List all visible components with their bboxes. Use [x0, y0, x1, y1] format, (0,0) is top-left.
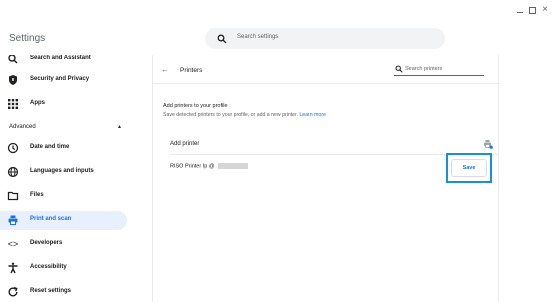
- accessibility-icon: [8, 262, 18, 274]
- sidebar-item-search-and-assistant[interactable]: Search and Assistant: [0, 55, 127, 69]
- maximize-button[interactable]: [527, 5, 537, 15]
- add-printer-label: Add printer: [170, 141, 200, 147]
- printers-title: Printers: [180, 67, 203, 74]
- sidebar: Search and Assistant Security and Privac…: [0, 55, 152, 302]
- apps-grid-icon: [8, 99, 18, 109]
- learn-more-link[interactable]: Learn more: [299, 112, 326, 118]
- sidebar-item-security-and-privacy[interactable]: Security and Privacy: [0, 71, 127, 90]
- add-printer-icon[interactable]: [483, 139, 493, 149]
- chevron-up-icon[interactable]: ▲: [117, 124, 122, 130]
- advanced-section-toggle[interactable]: Advanced: [9, 124, 36, 130]
- sidebar-item-label: Reset settings: [30, 288, 72, 294]
- shield-icon: [9, 75, 17, 85]
- page-title: Settings: [9, 33, 46, 44]
- sidebar-item-label: Developers: [30, 240, 63, 246]
- search-icon: [8, 55, 18, 64]
- close-button[interactable]: ×: [540, 5, 550, 15]
- header-divider: [153, 83, 498, 84]
- search-placeholder: Search settings: [237, 34, 279, 40]
- settings-window: × Settings Search settings Search and As…: [0, 0, 552, 302]
- settings-header: Settings Search settings: [0, 22, 552, 55]
- sidebar-item-files[interactable]: Files: [0, 187, 127, 206]
- reset-icon: [8, 286, 18, 297]
- sidebar-item-reset-settings[interactable]: Reset settings: [0, 283, 127, 302]
- sidebar-item-label: Accessibility: [30, 264, 67, 270]
- content-right-border: [498, 55, 499, 302]
- detected-printer-row: RISO Printer Ip @: [170, 163, 248, 169]
- globe-icon: [7, 166, 19, 178]
- search-icon: [217, 34, 227, 44]
- sidebar-item-developers[interactable]: <> Developers: [0, 235, 127, 254]
- sidebar-item-date-and-time[interactable]: Date and time: [0, 139, 127, 158]
- sidebar-item-label: Languages and inputs: [30, 168, 94, 174]
- sidebar-item-label: Date and time: [30, 144, 70, 150]
- sidebar-item-label: Files: [30, 192, 44, 198]
- printer-icon: [8, 215, 18, 225]
- sidebar-item-label: Print and scan: [30, 216, 72, 222]
- printers-page: ← Printers Search printers Add printers …: [153, 55, 498, 302]
- save-button[interactable]: Save: [451, 159, 487, 177]
- sidebar-item-label: Apps: [30, 100, 45, 106]
- clock-icon: [7, 142, 19, 154]
- sidebar-item-apps[interactable]: Apps: [0, 95, 127, 114]
- search-icon: [395, 65, 403, 73]
- search-input[interactable]: Search settings: [205, 28, 445, 49]
- sidebar-item-label: Search and Assistant: [30, 55, 91, 61]
- sidebar-item-languages-and-inputs[interactable]: Languages and inputs: [0, 163, 127, 182]
- title-bar: ×: [0, 0, 552, 22]
- folder-icon: [7, 191, 19, 201]
- add-printers-heading: Add printers to your profile: [163, 103, 228, 109]
- sidebar-item-accessibility[interactable]: Accessibility: [0, 259, 127, 278]
- redacted-address: [217, 163, 248, 169]
- sidebar-item-label: Security and Privacy: [30, 76, 90, 82]
- code-icon: <>: [7, 239, 19, 249]
- back-arrow-icon[interactable]: ←: [161, 65, 169, 74]
- add-printers-description-text: Save detected printers to your profile, …: [163, 112, 298, 118]
- add-printers-description: Save detected printers to your profile, …: [163, 112, 326, 118]
- printer-search-input[interactable]: Search printers: [394, 64, 484, 76]
- printer-search-placeholder: Search printers: [405, 66, 443, 72]
- detected-printer-name: RISO Printer Ip @: [170, 163, 215, 170]
- sidebar-item-print-and-scan[interactable]: Print and scan: [0, 211, 127, 230]
- minimize-button[interactable]: [515, 5, 525, 15]
